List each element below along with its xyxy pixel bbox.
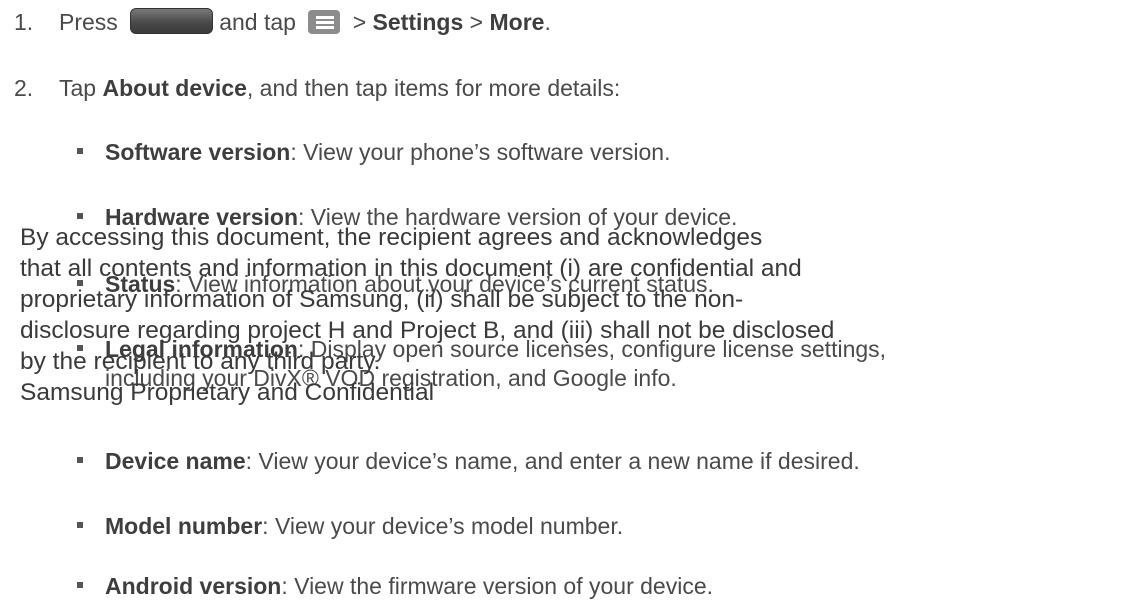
step-text: and tap <box>219 9 296 35</box>
item-desc: : View your device’s name, and enter a n… <box>245 448 860 474</box>
separator: > <box>346 9 373 35</box>
step-text: , and then tap items for more details: <box>246 75 621 101</box>
watermark-line: Samsung Proprietary and Confidential <box>20 379 435 406</box>
item-desc: : View your device’s model number. <box>262 513 624 539</box>
watermark-line: proprietary information of Samsung, (ii)… <box>20 286 744 313</box>
bullet-icon <box>77 582 83 588</box>
punct: . <box>544 9 551 35</box>
step-text: Press <box>59 9 118 35</box>
bullet-icon <box>77 457 83 463</box>
watermark-line: that all contents and information in thi… <box>20 255 802 282</box>
step-text: Tap <box>59 75 103 101</box>
item-term: Software version <box>105 139 291 165</box>
step-2: 2. Tap About device, and then tap items f… <box>14 74 620 102</box>
watermark-line: by the recipient to any third party. <box>20 348 381 375</box>
bullet-icon <box>77 148 83 154</box>
settings-label: Settings <box>372 9 464 35</box>
step-number: 2. <box>14 75 34 101</box>
menu-icon <box>308 10 341 34</box>
step-1: 1. Press and tap > Settings > More. <box>14 8 551 36</box>
item-desc: : View your phone’s software version. <box>290 139 671 165</box>
watermark-line: disclosure regarding project H and Proje… <box>20 317 835 344</box>
item-desc: : View the firmware version of your devi… <box>281 573 714 599</box>
confidentiality-watermark: By accessing this document, the recipien… <box>20 222 834 408</box>
item-term: Model number <box>105 513 263 539</box>
separator: > <box>463 9 490 35</box>
item-term: Device name <box>105 448 246 474</box>
home-key-icon <box>130 8 214 34</box>
watermark-line: By accessing this document, the recipien… <box>20 224 763 251</box>
bullet-icon <box>77 213 83 219</box>
more-label: More <box>489 9 545 35</box>
about-device-label: About device <box>102 75 247 101</box>
bullet-icon <box>77 522 83 528</box>
item-term: Android version <box>105 573 282 599</box>
step-number: 1. <box>14 9 34 35</box>
